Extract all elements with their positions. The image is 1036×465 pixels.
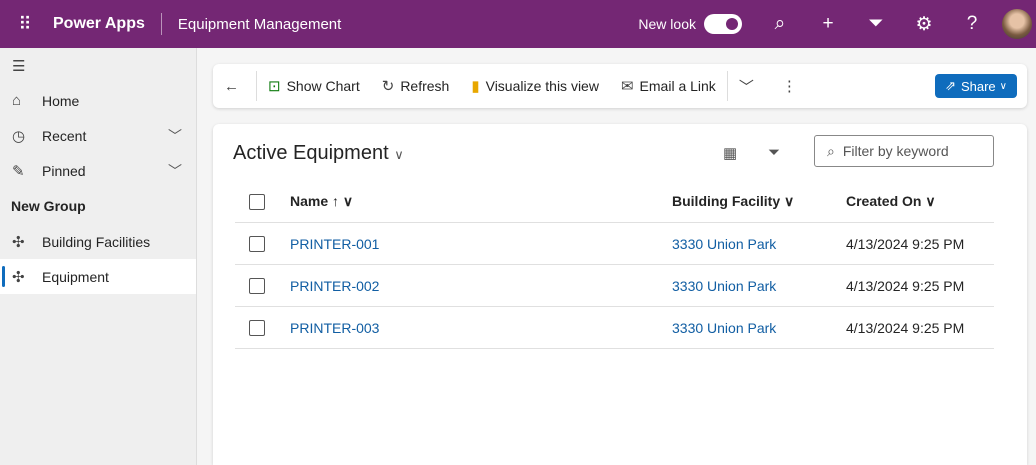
filter-keyword-input[interactable]: ⌕ Filter by keyword — [814, 135, 994, 167]
refresh-button[interactable]: ↻ Refresh — [371, 71, 461, 101]
app-launcher-icon[interactable]: ⠿ — [0, 14, 48, 35]
table-row[interactable]: PRINTER-001 3330 Union Park 4/13/2024 9:… — [235, 223, 994, 265]
search-icon: ⌕ — [827, 142, 835, 159]
created-on: 4/13/2024 9:25 PM — [846, 277, 965, 294]
grid-panel: Active Equipment ∨ ▦ ⏷ ⌕ Filter by keywor… — [213, 124, 1027, 465]
filter-icon[interactable]: ⏷ — [768, 144, 780, 161]
sidebar-item-building-facilities[interactable]: ✣ Building Facilities — [0, 224, 196, 259]
edit-columns-icon[interactable]: ▦ — [723, 144, 737, 162]
hamburger-menu-icon[interactable]: ☰ — [0, 48, 196, 83]
more-vertical-icon: ⋮ — [781, 78, 797, 95]
table-row[interactable]: PRINTER-003 3330 Union Park 4/13/2024 9:… — [235, 307, 994, 349]
select-all-checkbox[interactable] — [249, 193, 265, 210]
gear-icon[interactable]: ⚙ — [900, 13, 948, 36]
table-row[interactable]: PRINTER-002 3330 Union Park 4/13/2024 9:… — [235, 265, 994, 307]
sidebar-item-label: Recent — [42, 127, 87, 144]
chart-icon: ⊡ — [268, 78, 281, 95]
email-icon: ✉ — [620, 78, 634, 95]
column-header-name[interactable]: Name ↑ ∨ — [290, 193, 353, 210]
share-icon: ⇗ — [945, 78, 956, 93]
command-bar: ← ⊡ Show Chart ↻ Refresh ▮ Visualize this v… — [213, 64, 1027, 108]
chevron-down-icon[interactable]: ﹀ — [168, 126, 182, 146]
chevron-down-icon[interactable]: ﹀ — [168, 161, 182, 181]
sidebar-item-label: Home — [42, 92, 80, 109]
pin-icon: ✎ — [12, 162, 25, 180]
sidebar-item-equipment[interactable]: ✣ Equipment — [0, 259, 196, 294]
avatar[interactable] — [1002, 9, 1032, 39]
sidebar-item-label: Building Facilities — [42, 233, 151, 250]
brand-title[interactable]: Power Apps — [53, 13, 162, 35]
facility-link[interactable]: 3330 Union Park — [672, 236, 776, 252]
power-bi-icon: ▮ — [471, 78, 480, 95]
puzzle-icon: ✣ — [12, 268, 25, 286]
back-button[interactable]: ← — [213, 71, 256, 101]
sidebar: ☰ ⌂ Home ◷ Recent ﹀ ✎ Pinned ﹀ New Group ✣ Bui… — [0, 48, 197, 465]
chevron-down-icon: ∨ — [999, 80, 1007, 92]
facility-link[interactable]: 3330 Union Park — [672, 278, 776, 294]
filter-placeholder: Filter by keyword — [842, 143, 949, 159]
refresh-icon: ↻ — [381, 78, 395, 95]
plus-icon[interactable]: + — [804, 13, 852, 35]
show-chart-label: Show Chart — [286, 78, 360, 94]
filter-icon[interactable]: ⏷ — [852, 13, 900, 35]
sidebar-item-pinned[interactable]: ✎ Pinned ﹀ — [0, 153, 196, 188]
chevron-down-icon: ∨ — [394, 147, 404, 162]
name-link[interactable]: PRINTER-001 — [290, 236, 379, 252]
new-look-toggle[interactable] — [704, 14, 742, 34]
home-icon: ⌂ — [12, 92, 22, 109]
sidebar-item-label: Equipment — [42, 268, 109, 285]
created-on: 4/13/2024 9:25 PM — [846, 235, 965, 252]
name-link[interactable]: PRINTER-002 — [290, 278, 379, 294]
refresh-label: Refresh — [400, 78, 450, 94]
share-label: Share — [960, 78, 996, 94]
name-link[interactable]: PRINTER-003 — [290, 320, 379, 336]
row-checkbox[interactable] — [249, 277, 265, 294]
puzzle-icon: ✣ — [12, 233, 25, 251]
visualize-button[interactable]: ▮ Visualize this view — [460, 71, 610, 101]
back-arrow-icon: ← — [224, 77, 239, 95]
app-name[interactable]: Equipment Management — [178, 16, 341, 33]
facility-link[interactable]: 3330 Union Park — [672, 320, 776, 336]
chevron-down-icon: ﹀ — [738, 78, 754, 96]
row-checkbox[interactable] — [249, 235, 265, 252]
overflow-button[interactable]: ⋮ — [771, 71, 814, 101]
sidebar-item-recent[interactable]: ◷ Recent ﹀ — [0, 118, 196, 153]
top-bar: ⠿ Power Apps Equipment Management New lo… — [0, 0, 1036, 48]
row-checkbox[interactable] — [249, 319, 265, 336]
column-header-created-on[interactable]: Created On ∨ — [846, 193, 936, 210]
sidebar-item-label: Pinned — [42, 162, 86, 179]
column-header-building-facility[interactable]: Building Facility ∨ — [672, 193, 794, 210]
more-chevron-button[interactable]: ﹀ — [728, 71, 771, 101]
share-button[interactable]: ⇗ Share ∨ — [935, 74, 1017, 98]
clock-icon: ◷ — [12, 127, 26, 145]
show-chart-button[interactable]: ⊡ Show Chart — [257, 71, 371, 101]
visualize-label: Visualize this view — [485, 78, 599, 94]
email-link-label: Email a Link — [639, 78, 716, 94]
grid-header-row: Name ↑ ∨ Building Facility ∨ Created On … — [235, 181, 994, 223]
view-title: Active Equipment — [233, 142, 389, 164]
help-icon[interactable]: ? — [948, 13, 996, 35]
group-header: New Group — [11, 198, 86, 214]
created-on: 4/13/2024 9:25 PM — [846, 319, 965, 336]
email-link-button[interactable]: ✉ Email a Link — [610, 71, 727, 101]
sidebar-item-home[interactable]: ⌂ Home — [0, 83, 196, 118]
view-selector[interactable]: Active Equipment ∨ — [233, 142, 404, 165]
search-icon[interactable]: ⌕ — [756, 13, 804, 35]
new-look-label: New look — [638, 16, 696, 32]
